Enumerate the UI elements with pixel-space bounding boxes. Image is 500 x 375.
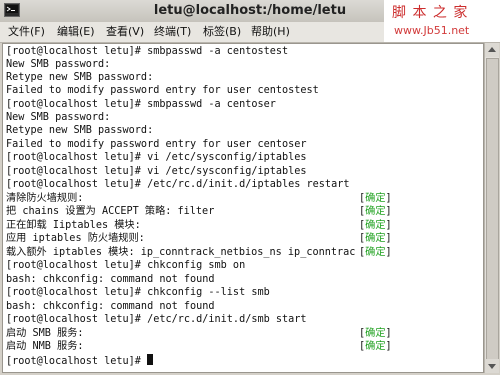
terminal-line: bash: chkconfig: command not found [6,301,215,312]
arrow-up-icon [488,47,496,52]
menu-edit[interactable]: 编辑(E) [55,22,97,42]
status-ok: [确定] [359,206,392,217]
status-ok-label: 确定 [365,328,386,339]
terminal-line: 正在卸载 Iiptables 模块: [6,220,141,231]
status-ok: [确定] [359,328,392,339]
terminal-line: [root@localhost letu]# chkconfig --list … [6,287,270,298]
terminal-line: New SMB password: [6,59,111,70]
menu-terminal[interactable]: 终端(T) [152,22,193,42]
terminal-line: [root@localhost letu]# chkconfig smb on [6,260,246,271]
terminal-line: 启动 NMB 服务: [6,341,84,352]
status-ok: [确定] [359,247,392,258]
terminal-line: [root@localhost letu]# vi /etc/sysconfig… [6,152,307,163]
status-ok-label: 确定 [365,233,386,244]
terminal-line: Retype new SMB password: [6,72,154,83]
terminal-line: Failed to modify password entry for user… [6,85,319,96]
terminal-line: Failed to modify password entry for user… [6,139,307,150]
terminal-line: [root@localhost letu]# smbpasswd -a cent… [6,99,276,110]
status-ok-label: 确定 [365,193,386,204]
terminal-line: New SMB password: [6,112,111,123]
terminal-prompt-line: [root@localhost letu]# [6,354,154,367]
arrow-down-icon [488,364,496,369]
terminal-line: 把 chains 设置为 ACCEPT 策略: filter [6,206,215,217]
terminal-line: 载入额外 iptables 模块: ip_conntrack_netbios_n… [6,247,356,258]
terminal-line: [root@localhost letu]# vi /etc/sysconfig… [6,166,307,177]
status-ok: [确定] [359,233,392,244]
terminal-line: [root@localhost letu]# smbpasswd -a cent… [6,46,289,57]
status-ok-label: 确定 [365,206,386,217]
watermark: 脚 本 之 家 www.Jb51.net [384,0,500,42]
scrollbar-thumb[interactable] [486,58,499,360]
status-ok-label: 确定 [365,247,386,258]
terminal-prompt: [root@localhost letu]# [6,356,148,367]
menu-help[interactable]: 帮助(H) [249,22,292,42]
scroll-down-button[interactable] [485,359,499,373]
menu-file[interactable]: 文件(F) [6,22,47,42]
terminal-line: Retype new SMB password: [6,125,154,136]
status-ok: [确定] [359,341,392,352]
watermark-line1: 脚 本 之 家 [392,5,469,21]
terminal-line: 清除防火墙规则: [6,193,84,204]
terminal-line: 启动 SMB 服务: [6,328,84,339]
terminal-line: [root@localhost letu]# /etc/rc.d/init.d/… [6,314,307,325]
status-ok: [确定] [359,220,392,231]
terminal-line: bash: chkconfig: command not found [6,274,215,285]
status-ok-label: 确定 [365,341,386,352]
status-ok-label: 确定 [365,220,386,231]
scroll-up-button[interactable] [485,43,499,57]
watermark-line2: www.Jb51.net [394,24,470,37]
terminal-line: [root@localhost letu]# /etc/rc.d/init.d/… [6,179,350,190]
menu-tabs[interactable]: 标签(B) [201,22,243,42]
text-cursor [147,354,154,365]
vertical-scrollbar[interactable] [484,43,499,373]
terminal-output[interactable]: [root@localhost letu]# smbpasswd -a cent… [2,43,484,373]
terminal-line: 应用 iptables 防火墙规则: [6,233,145,244]
menu-view[interactable]: 查看(V) [104,22,146,42]
status-ok: [确定] [359,193,392,204]
